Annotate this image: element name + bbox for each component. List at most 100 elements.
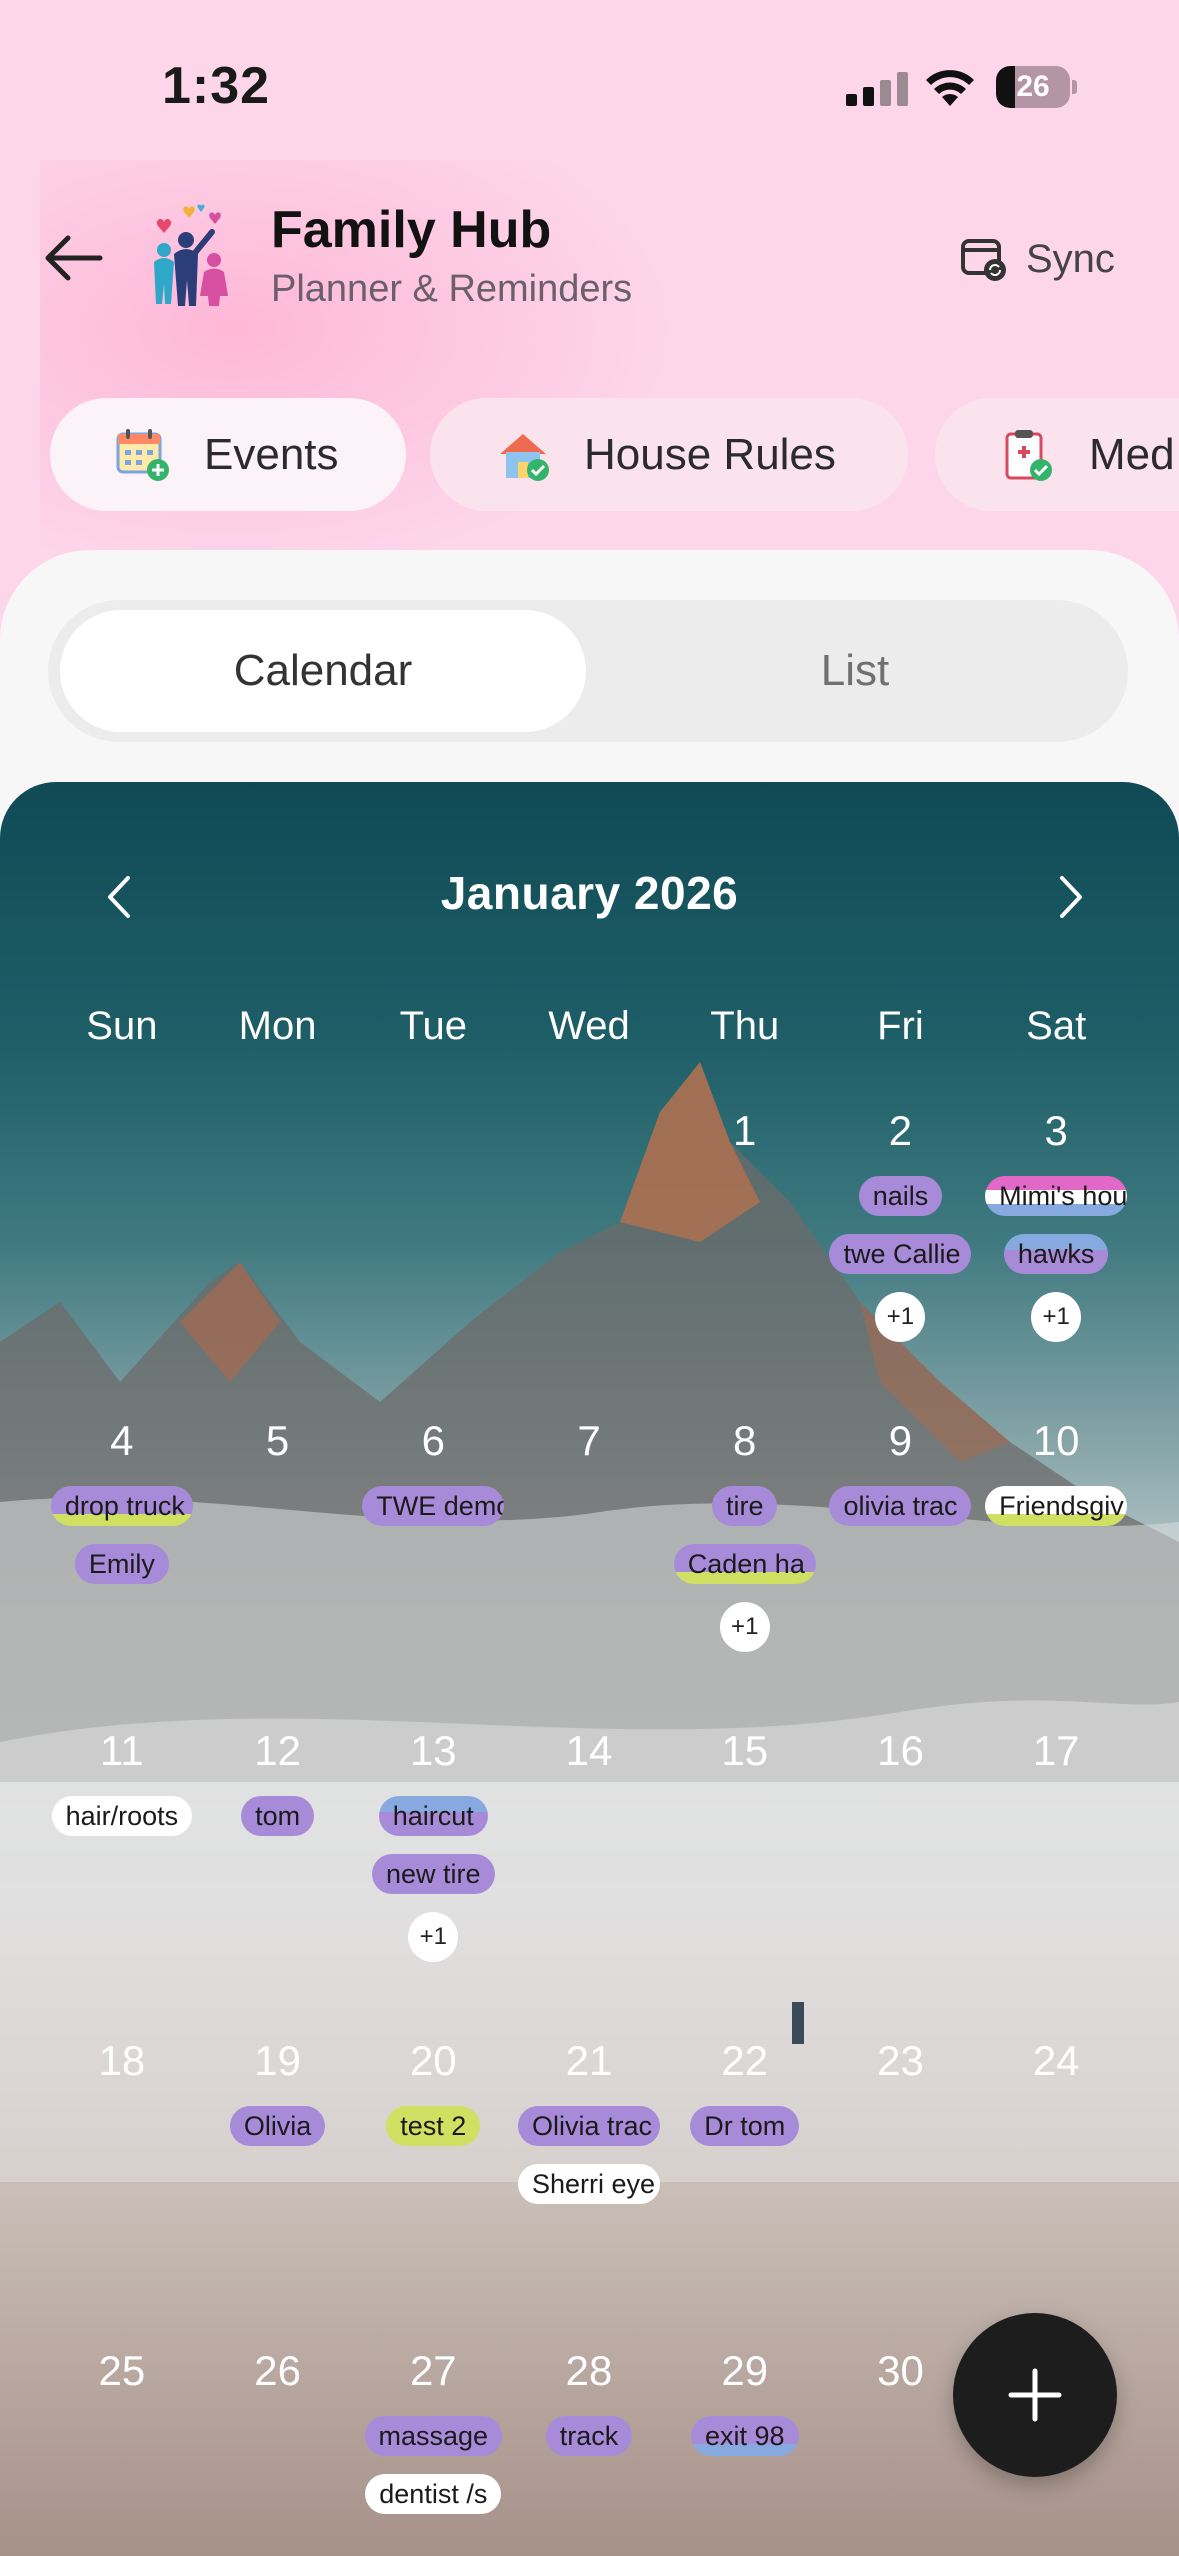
calendar-card: January 2026 Sun Mon Tue Wed Thu Fri Sat… xyxy=(0,782,1179,2556)
event-pill[interactable]: drop truck xyxy=(50,1486,193,1526)
event-pill[interactable]: twe Callie xyxy=(829,1234,972,1274)
calendar-day[interactable]: 11 hair/roots xyxy=(44,1722,200,2032)
day-number: 24 xyxy=(1032,2037,1080,2084)
add-event-button[interactable] xyxy=(953,2313,1117,2477)
sync-button[interactable]: Sync xyxy=(960,228,1115,290)
chip-med[interactable]: Med xyxy=(935,398,1179,511)
day-events: massage dentist /s xyxy=(355,2416,511,2514)
family-logo-icon xyxy=(154,204,228,306)
event-pill[interactable]: Dr tom xyxy=(690,2106,800,2146)
day-number: 16 xyxy=(877,1727,924,1774)
calendar-day[interactable]: 8 tire Caden ha +1 xyxy=(667,1412,823,1722)
day-number: 4 xyxy=(110,1417,134,1464)
event-pill[interactable]: olivia trac xyxy=(829,1486,972,1526)
weekday-tue: Tue xyxy=(399,1004,468,1048)
day-number: 21 xyxy=(565,2037,613,2084)
event-pill[interactable]: Mimi's hou xyxy=(985,1176,1128,1216)
calendar-day[interactable]: 16 xyxy=(823,1722,979,2032)
calendar-week: 4 drop truck Emily 5 6 TWE demo 7 8 tire Caden ha… xyxy=(44,1412,1134,1722)
event-pill[interactable]: tom xyxy=(241,1796,315,1836)
more-events-badge[interactable]: +1 xyxy=(719,1602,770,1652)
calendar-day[interactable]: 12 tom xyxy=(200,1722,356,2032)
event-pill[interactable]: Olivia xyxy=(229,2106,326,2146)
day-number xyxy=(355,1102,511,1160)
calendar-week: 11 hair/roots 12 tom 13 haircut new tire +1 14 15… xyxy=(44,1722,1134,2032)
calendar-day[interactable]: 26 xyxy=(200,2342,356,2556)
back-arrow-icon[interactable] xyxy=(38,228,108,288)
day-number: 2 xyxy=(888,1107,913,1154)
calendar-day[interactable]: 3 Mimi's hou hawks +1 xyxy=(978,1102,1134,1412)
event-pill[interactable]: track xyxy=(545,2416,633,2456)
house-check-icon xyxy=(500,433,549,481)
calendar-day[interactable]: 28 track xyxy=(511,2342,667,2556)
calendar-day[interactable]: 23 xyxy=(823,2032,979,2342)
event-pill[interactable]: test 2 xyxy=(386,2106,481,2146)
calendar-day[interactable]: 22 Dr tom xyxy=(667,2032,823,2342)
more-events-badge[interactable]: +1 xyxy=(875,1292,926,1342)
more-events-badge[interactable]: +1 xyxy=(408,1912,459,1962)
wifi-icon xyxy=(926,70,974,106)
calendar-day[interactable]: 5 xyxy=(200,1412,356,1722)
calendar-day[interactable]: 7 xyxy=(511,1412,667,1722)
calendar-day[interactable]: 29 exit 98 xyxy=(667,2342,823,2556)
calendar-day[interactable]: 19 Olivia xyxy=(200,2032,356,2342)
event-pill[interactable]: hair/roots xyxy=(51,1796,193,1836)
event-pill[interactable]: Emily xyxy=(74,1544,169,1584)
calendar-day[interactable]: 6 TWE demo xyxy=(355,1412,511,1722)
event-pill[interactable]: haircut xyxy=(378,1796,488,1836)
event-pill[interactable]: exit 98 xyxy=(690,2416,799,2456)
weekday-mon: Mon xyxy=(238,1004,317,1048)
calendar-day[interactable]: 15 xyxy=(667,1722,823,2032)
day-number: 15 xyxy=(721,1727,769,1774)
calendar-day[interactable]: 4 drop truck Emily xyxy=(44,1412,200,1722)
event-pill[interactable]: Olivia trac xyxy=(518,2106,661,2146)
calendar-day[interactable]: 2 nails twe Callie +1 xyxy=(823,1102,979,1412)
day-events: drop truck Emily xyxy=(44,1486,200,1584)
chip-events[interactable]: Events xyxy=(50,398,406,511)
day-number xyxy=(511,1102,667,1160)
calendar-day[interactable]: 10 Friendsgiv xyxy=(978,1412,1134,1722)
day-number: 9 xyxy=(888,1417,913,1464)
more-events-badge[interactable]: +1 xyxy=(1031,1292,1082,1342)
day-number: 28 xyxy=(565,2347,613,2394)
app-subtitle: Planner & Reminders xyxy=(271,268,633,310)
event-pill[interactable]: TWE demo xyxy=(362,1486,505,1526)
calendar-day[interactable]: 24 xyxy=(978,2032,1134,2342)
day-events: exit 98 xyxy=(667,2416,823,2456)
calendar-day[interactable]: 20 test 2 xyxy=(355,2032,511,2342)
calendar-day xyxy=(200,1102,356,1412)
tab-list[interactable]: List xyxy=(592,610,1118,732)
weekday-wed: Wed xyxy=(548,1004,630,1048)
calendar-day[interactable]: 14 xyxy=(511,1722,667,2032)
event-pill[interactable]: Sherri eye xyxy=(518,2164,661,2204)
day-number: 6 xyxy=(421,1417,445,1464)
category-chips: Events House Rules Med xyxy=(0,398,1179,513)
calendar-day[interactable]: 25 xyxy=(44,2342,200,2556)
month-nav: January 2026 xyxy=(0,852,1179,942)
day-number: 10 xyxy=(1032,1417,1080,1464)
day-number: 11 xyxy=(100,1727,144,1774)
day-events: tom xyxy=(200,1796,356,1836)
tab-calendar[interactable]: Calendar xyxy=(60,610,586,732)
chevron-right-icon[interactable] xyxy=(1040,862,1100,932)
event-pill[interactable]: Caden ha xyxy=(673,1544,816,1584)
calendar-day[interactable]: 18 xyxy=(44,2032,200,2342)
event-pill[interactable]: new tire xyxy=(372,1854,495,1894)
event-pill[interactable]: tire xyxy=(711,1486,778,1526)
calendar-day[interactable]: 1 xyxy=(667,1102,823,1412)
event-pill[interactable]: dentist /s xyxy=(365,2474,502,2514)
event-pill[interactable]: hawks xyxy=(1003,1234,1109,1274)
calendar-day xyxy=(44,1102,200,1412)
day-events: tire Caden ha +1 xyxy=(667,1486,823,1652)
calendar-day[interactable]: 21 Olivia trac Sherri eye xyxy=(511,2032,667,2342)
chip-house-rules-label: House Rules xyxy=(584,429,836,479)
day-number: 14 xyxy=(565,1727,613,1774)
event-pill[interactable]: massage xyxy=(364,2416,503,2456)
event-pill[interactable]: nails xyxy=(858,1176,943,1216)
calendar-day[interactable]: 17 xyxy=(978,1722,1134,2032)
event-pill[interactable]: Friendsgiv xyxy=(985,1486,1128,1526)
chip-house-rules[interactable]: House Rules xyxy=(430,398,908,511)
calendar-day[interactable]: 9 olivia trac xyxy=(823,1412,979,1722)
calendar-day[interactable]: 13 haircut new tire +1 xyxy=(355,1722,511,2032)
calendar-day[interactable]: 27 massage dentist /s xyxy=(355,2342,511,2556)
